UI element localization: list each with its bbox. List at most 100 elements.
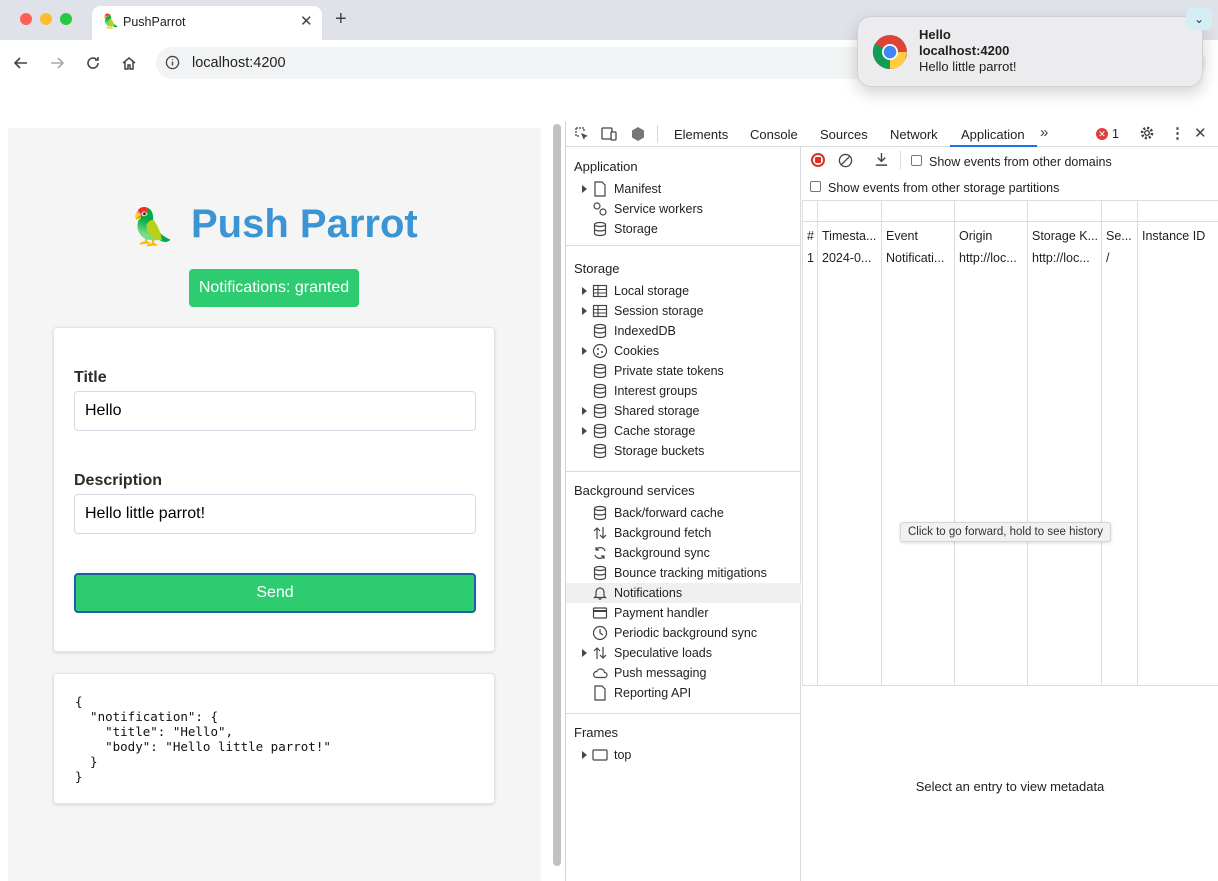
tab-application[interactable]: Application [950,121,1037,147]
tab-elements[interactable]: Elements [674,127,728,142]
page-scrollbar[interactable] [553,124,561,866]
devtools-panel: Elements Console Sources Network Applica… [565,121,1218,881]
expand-arrow-icon[interactable] [582,287,587,295]
cookie-icon [592,343,608,359]
sidebar-item-label: Interest groups [614,384,698,398]
extension-icon[interactable] [630,126,646,145]
table-cell[interactable]: / [1106,251,1136,265]
sidebar-item-frame-top[interactable]: top [566,745,801,765]
sidebar-item-manifest[interactable]: Manifest [566,179,801,199]
sidebar-item-background-fetch[interactable]: Background fetch [566,523,801,543]
table-cell[interactable]: http://loc... [959,251,1026,265]
table-header [803,201,1218,222]
title-input[interactable]: Hello [74,391,476,431]
inspect-element-icon[interactable] [574,126,590,145]
tab-console[interactable]: Console [750,127,798,142]
document-icon [592,685,608,701]
sidebar-item-label: Shared storage [614,404,700,418]
sidebar-item-payment-handler[interactable]: Payment handler [566,603,801,623]
sidebar-item-shared-storage[interactable]: Shared storage [566,401,801,421]
column-header[interactable]: Storage K... [1032,229,1100,243]
minimize-window-button[interactable] [40,13,52,25]
sidebar-item-label: Periodic background sync [614,626,758,640]
site-info-icon[interactable] [165,55,180,73]
sidebar-item-local-storage[interactable]: Local storage [566,281,801,301]
sidebar-item-cookies[interactable]: Cookies [566,341,801,361]
tab-network[interactable]: Network [890,127,938,142]
error-icon[interactable]: ✕ [1096,128,1108,140]
description-input[interactable]: Hello little parrot! [74,494,476,534]
sidebar-item-speculative-loads[interactable]: Speculative loads [566,643,801,663]
sidebar-item-label: Background sync [614,546,710,560]
table-cell[interactable]: 1 [807,251,817,265]
system-notification[interactable]: Hello localhost:4200 Hello little parrot… [857,16,1203,87]
sidebar-item-private-state-tokens[interactable]: Private state tokens [566,361,801,381]
sidebar-item-storage-buckets[interactable]: Storage buckets [566,441,801,461]
close-tab-icon[interactable]: ✕ [300,12,313,30]
sidebar-item-label: IndexedDB [614,324,676,338]
expand-arrow-icon[interactable] [582,649,587,657]
column-header[interactable]: Instance ID [1142,229,1217,243]
sidebar-item-indexeddb[interactable]: IndexedDB [566,321,801,341]
column-header[interactable]: Se... [1106,229,1136,243]
error-count[interactable]: 1 [1112,127,1119,141]
browser-tab[interactable]: 🦜 PushParrot ✕ [92,6,322,40]
clear-icon[interactable] [838,153,853,171]
chrome-logo-icon [872,34,908,73]
sidebar-item-bounce-tracking-mitigations[interactable]: Bounce tracking mitigations [566,563,801,583]
sidebar-item-cache-storage[interactable]: Cache storage [566,421,801,441]
more-tabs-icon[interactable]: » [1040,124,1048,141]
sidebar-item-storage-overview[interactable]: Storage [566,219,801,239]
sidebar-item-background-sync[interactable]: Background sync [566,543,801,563]
tab-search-icon[interactable]: ⌄ [1186,8,1212,30]
sidebar-item-session-storage[interactable]: Session storage [566,301,801,321]
settings-gear-icon[interactable] [1139,125,1155,144]
url-text: localhost:4200 [192,55,286,71]
close-window-button[interactable] [20,13,32,25]
sidebar-item-interest-groups[interactable]: Interest groups [566,381,801,401]
sidebar-item-push-messaging[interactable]: Push messaging [566,663,801,683]
sidebar-item-label: Background fetch [614,526,712,540]
download-icon[interactable] [874,152,889,170]
clock-icon [592,625,608,641]
other-partitions-checkbox[interactable] [810,181,821,192]
sidebar-item-back-forward-cache[interactable]: Back/forward cache [566,503,801,523]
notification-body: Hello little parrot! [919,59,1017,74]
close-devtools-icon[interactable]: ✕ [1194,124,1207,142]
reload-icon[interactable] [82,52,104,74]
table-cell[interactable]: http://loc... [1032,251,1100,265]
notification-origin: localhost:4200 [919,43,1010,58]
zoom-window-button[interactable] [60,13,72,25]
column-header[interactable]: Event [886,229,953,243]
frame-icon [592,747,608,763]
table-cell[interactable]: Notificati... [886,251,953,265]
expand-arrow-icon[interactable] [582,427,587,435]
table-cell[interactable]: 2024-0... [822,251,880,265]
back-icon[interactable] [10,52,32,74]
tab-sources[interactable]: Sources [820,127,868,142]
new-tab-icon[interactable]: + [335,8,347,31]
stop-recording-icon[interactable] [811,153,825,167]
device-toolbar-icon[interactable] [601,126,618,145]
database-icon [592,443,608,459]
column-header[interactable]: Origin [959,229,1026,243]
expand-arrow-icon[interactable] [582,347,587,355]
send-button[interactable]: Send [74,573,476,613]
database-icon [592,383,608,399]
gears-icon [592,201,608,217]
sidebar-item-periodic-background-sync[interactable]: Periodic background sync [566,623,801,643]
home-icon[interactable] [118,52,140,74]
forward-tooltip: Click to go forward, hold to see history [900,522,1111,542]
forward-icon[interactable] [46,52,68,74]
sidebar-item-reporting-api[interactable]: Reporting API [566,683,801,703]
column-header[interactable]: # [807,229,817,243]
sidebar-item-label: Private state tokens [614,364,724,378]
expand-arrow-icon[interactable] [582,407,587,415]
kebab-menu-icon[interactable]: ⋮ [1170,124,1185,142]
column-header[interactable]: Timesta... [822,229,880,243]
sidebar-item-notifications[interactable]: Notifications [566,583,801,603]
other-domains-checkbox[interactable] [911,155,922,166]
database-icon [592,423,608,439]
expand-arrow-icon[interactable] [582,307,587,315]
sidebar-item-service-workers[interactable]: Service workers [566,199,801,219]
